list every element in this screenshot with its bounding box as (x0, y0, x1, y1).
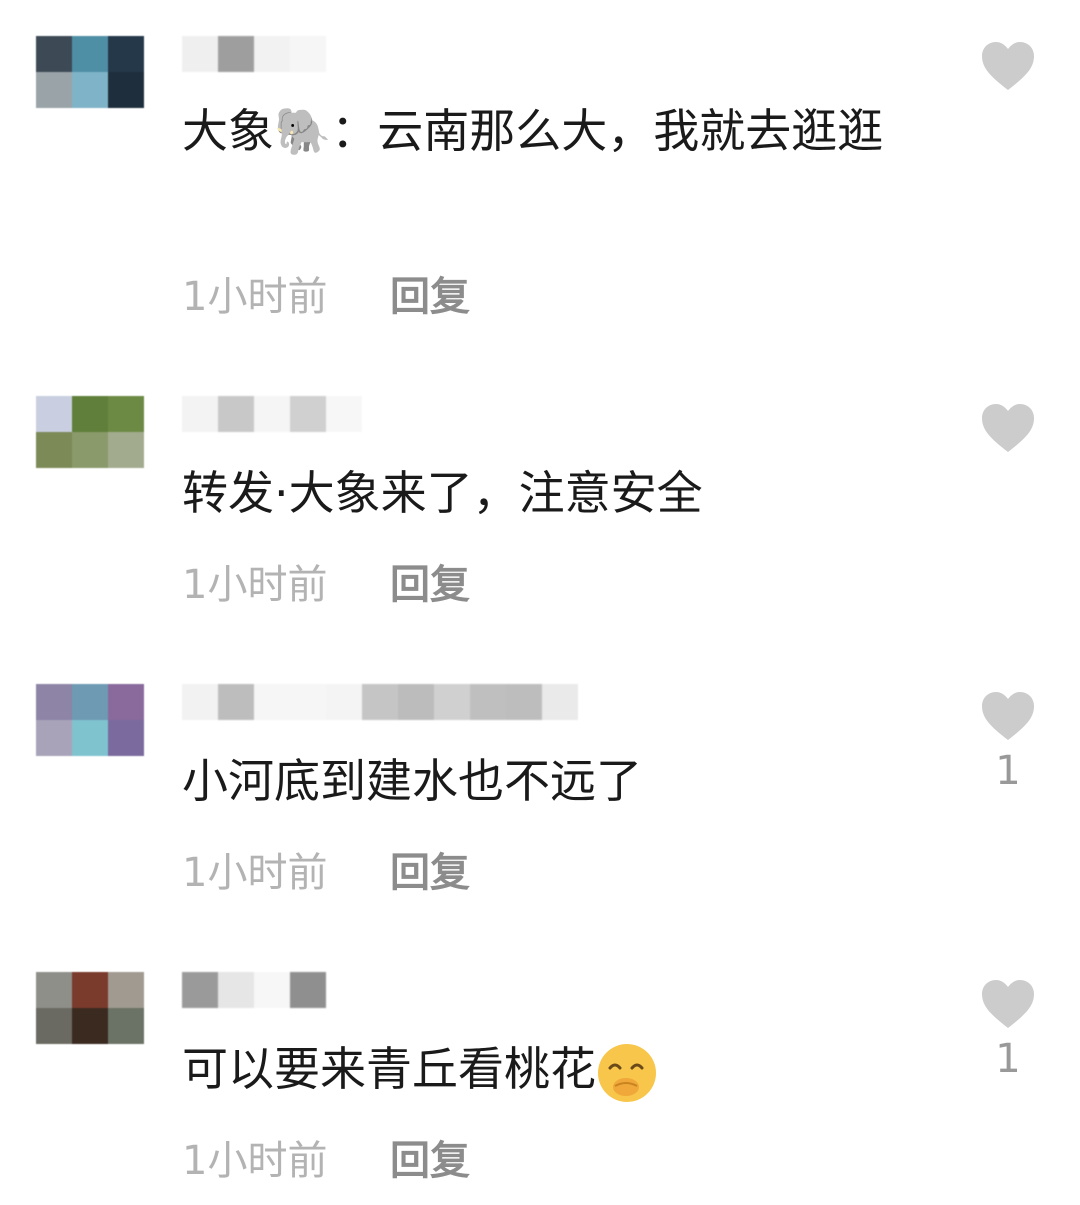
comment-meta: 1小时前 回复 (182, 268, 470, 320)
smiling-face-with-hand-over-mouth-icon (596, 1042, 658, 1104)
username-blurred[interactable] (182, 396, 362, 432)
timestamp: 1小时前 (182, 1138, 328, 1184)
comment-text: 转发·大象来了，注意安全 (182, 466, 703, 520)
comment-meta: 1小时前 回复 (182, 556, 470, 608)
like-button[interactable] (978, 40, 1038, 98)
like-button[interactable]: 1 (978, 978, 1038, 1082)
comment-text: 大象🐘：云南那么大，我就去逛逛 (182, 104, 884, 158)
reply-button[interactable]: 回复 (390, 840, 470, 898)
comment-text-content: 可以要来青丘看桃花 (182, 1042, 596, 1096)
comment-meta: 1小时前 回复 (182, 1132, 470, 1184)
avatar[interactable] (36, 36, 144, 108)
avatar[interactable] (36, 684, 144, 756)
reply-button[interactable]: 回复 (390, 1128, 470, 1186)
avatar[interactable] (36, 972, 144, 1044)
comment-text: 小河底到建水也不远了 (182, 754, 642, 808)
timestamp: 1小时前 (182, 850, 328, 896)
heart-icon (982, 980, 1034, 1028)
timestamp: 1小时前 (182, 562, 328, 608)
like-count: 1 (995, 748, 1021, 794)
like-button[interactable]: 1 (978, 690, 1038, 794)
username-blurred[interactable] (182, 972, 326, 1008)
heart-icon (982, 404, 1034, 452)
like-button[interactable] (978, 402, 1038, 460)
timestamp: 1小时前 (182, 274, 328, 320)
username-blurred[interactable] (182, 36, 326, 72)
comment-meta: 1小时前 回复 (182, 844, 470, 896)
username-blurred[interactable] (182, 684, 578, 720)
like-count: 1 (995, 1036, 1021, 1082)
reply-button[interactable]: 回复 (390, 264, 470, 322)
heart-icon (982, 42, 1034, 90)
heart-icon (982, 692, 1034, 740)
avatar[interactable] (36, 396, 144, 468)
reply-button[interactable]: 回复 (390, 552, 470, 610)
comment-text: 可以要来青丘看桃花 (182, 1032, 942, 1106)
